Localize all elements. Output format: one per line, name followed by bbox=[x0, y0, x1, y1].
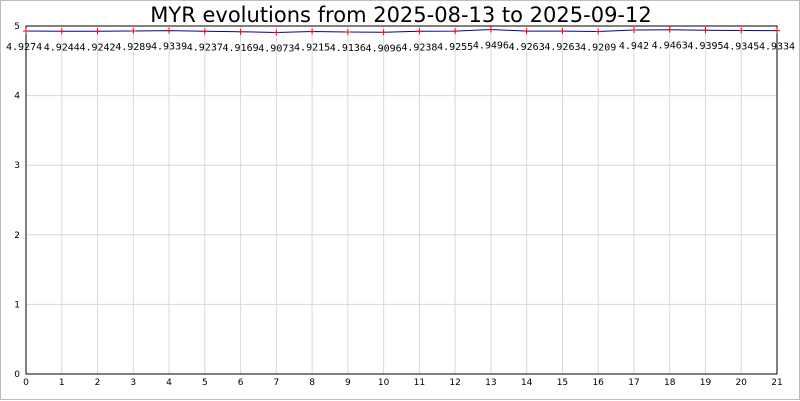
chart-frame: MYR evolutions from 2025-08-13 to 2025-0… bbox=[0, 0, 800, 400]
x-tick-label: 6 bbox=[238, 378, 244, 388]
data-label: 4.9463 bbox=[652, 41, 688, 52]
data-label: 4.9334 bbox=[759, 42, 795, 53]
x-tick-label: 3 bbox=[130, 378, 136, 388]
x-tick-label: 1 bbox=[59, 378, 65, 388]
data-label: 4.9169 bbox=[223, 43, 259, 54]
data-label: 4.9215 bbox=[294, 42, 330, 53]
x-tick-label: 12 bbox=[449, 378, 460, 388]
x-tick-label: 5 bbox=[202, 378, 208, 388]
data-label: 4.9255 bbox=[437, 42, 473, 53]
x-tick-label: 10 bbox=[378, 378, 390, 388]
y-tick-label: 5 bbox=[14, 22, 20, 32]
y-tick-label: 0 bbox=[14, 370, 20, 380]
x-tick-label: 16 bbox=[592, 378, 604, 388]
plot-area bbox=[26, 26, 777, 374]
x-tick-label: 14 bbox=[521, 378, 533, 388]
y-tick-label: 3 bbox=[14, 161, 20, 171]
data-label: 4.9274 bbox=[6, 42, 42, 53]
data-label: 4.9339 bbox=[151, 42, 187, 53]
x-tick-label: 21 bbox=[771, 378, 782, 388]
x-tick-label: 4 bbox=[166, 378, 172, 388]
x-tick-label: 7 bbox=[273, 378, 279, 388]
data-label: 4.9136 bbox=[330, 43, 366, 54]
data-label: 4.9244 bbox=[44, 42, 80, 53]
data-label: 4.9237 bbox=[187, 42, 223, 53]
data-label: 4.9345 bbox=[723, 42, 759, 53]
x-tick-label: 13 bbox=[485, 378, 496, 388]
chart-plot: 0 1 2 3 4 5 6 7 8 9 10 11 12 13 14 15 16 17 18 19 20 21012345… bbox=[6, 22, 795, 388]
x-tick-label: 20 bbox=[736, 378, 748, 388]
data-label: 4.9289 bbox=[115, 42, 151, 53]
x-tick-label: 9 bbox=[345, 378, 351, 388]
data-label: 4.9209 bbox=[580, 43, 616, 54]
data-label: 4.9395 bbox=[687, 41, 723, 52]
data-label: 4.9263 bbox=[509, 42, 545, 53]
x-tick-label: 8 bbox=[309, 378, 315, 388]
x-tick-label: 11 bbox=[414, 378, 425, 388]
data-label: 4.9242 bbox=[79, 42, 115, 53]
y-tick-label: 2 bbox=[14, 231, 20, 241]
data-label: 4.9496 bbox=[473, 41, 509, 52]
y-tick-label: 1 bbox=[14, 300, 20, 310]
data-label: 4.9238 bbox=[401, 42, 437, 53]
x-tick-label: 18 bbox=[664, 378, 676, 388]
data-label: 4.9073 bbox=[258, 43, 294, 54]
data-label: 4.942 bbox=[619, 41, 649, 52]
x-tick-label: 15 bbox=[557, 378, 568, 388]
x-tick-label: 2 bbox=[95, 378, 101, 388]
data-label: 4.9263 bbox=[544, 42, 580, 53]
x-tick-label: 17 bbox=[628, 378, 639, 388]
x-tick-label: 19 bbox=[700, 378, 712, 388]
data-label: 4.9096 bbox=[366, 43, 402, 54]
y-tick-label: 4 bbox=[14, 92, 20, 102]
x-tick-label: 0 bbox=[23, 378, 29, 388]
